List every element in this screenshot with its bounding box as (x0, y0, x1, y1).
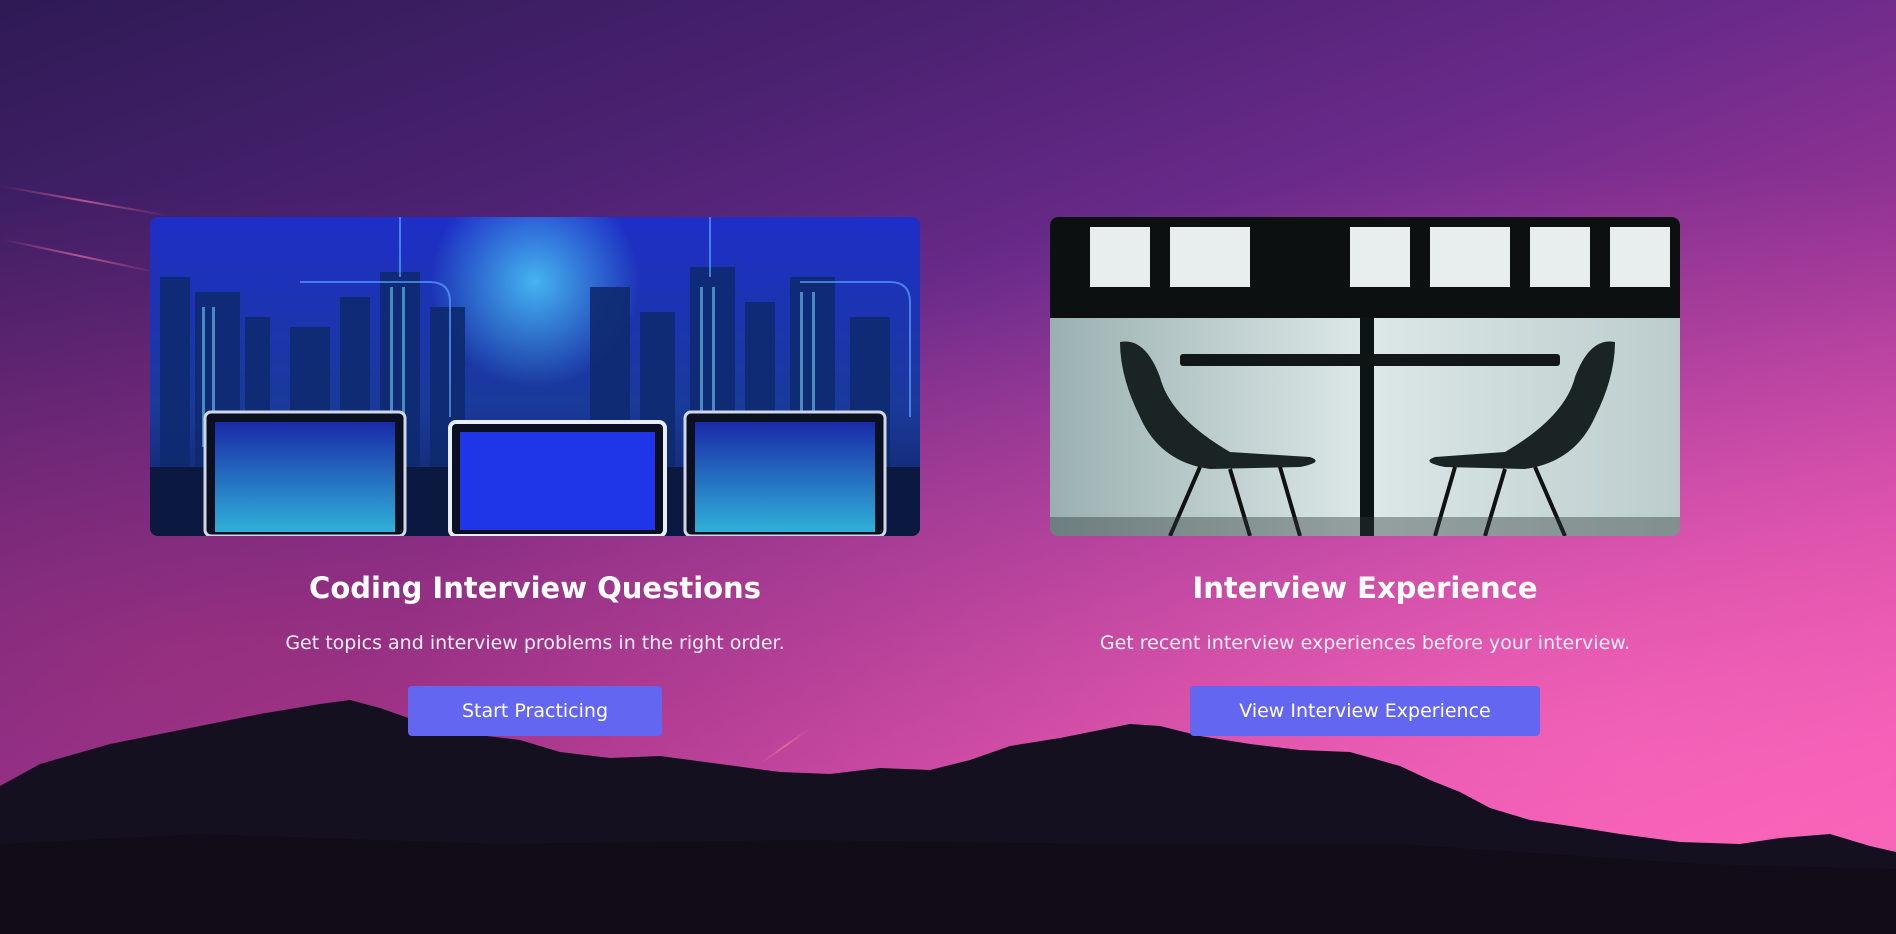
coding-questions-card: Coding Interview Questions Get topics an… (150, 217, 920, 736)
card-description: Get topics and interview problems in the… (285, 632, 785, 654)
chairs-table-image (1050, 217, 1680, 536)
card-title: Coding Interview Questions (309, 571, 761, 605)
start-practicing-button[interactable]: Start Practicing (408, 686, 662, 736)
card-title: Interview Experience (1192, 571, 1538, 605)
view-interview-experience-button[interactable]: View Interview Experience (1190, 686, 1540, 736)
card-description: Get recent interview experiences before … (1099, 632, 1631, 654)
city-binary-image (150, 217, 920, 536)
interview-experience-card: Interview Experience Get recent intervie… (1050, 217, 1680, 736)
